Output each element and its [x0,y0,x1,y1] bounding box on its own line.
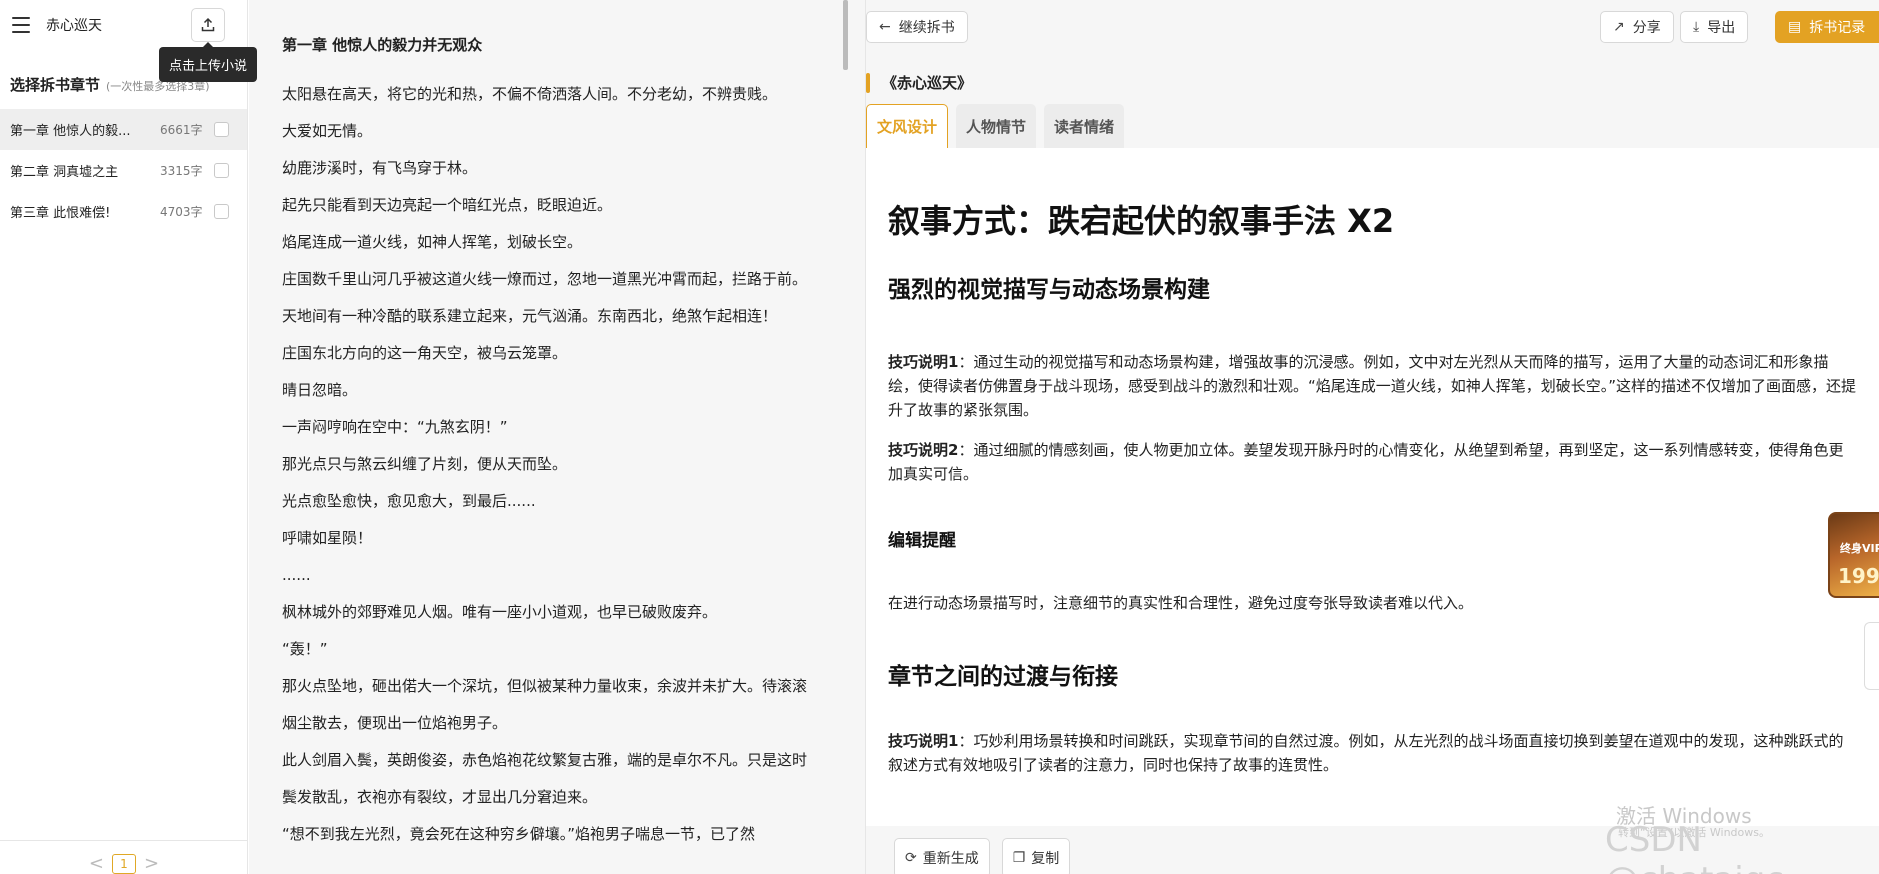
reader-paragraph: 大爱如无情。 [282,122,373,140]
accent-bar [866,72,870,93]
chapter-item[interactable]: 第三章 此恨难偿! 4703字 [0,191,247,232]
reader-paragraph: 幼鹿涉溪时，有飞鸟穿于林。 [282,159,478,177]
reader-paragraph: 此人剑眉入鬓，英朗俊姿，赤色焰袍花纹繁复古雅，端的是卓尔不凡。只是这时鬓发散乱，… [282,751,808,806]
book-name: 赤心巡天 [46,18,102,34]
vip-promo-badge[interactable]: 终身VIP 199元 [1828,512,1879,598]
current-page[interactable]: 1 [112,854,136,874]
chapter-name: 第二章 洞真墟之主 [10,165,119,180]
heading-text: 选择拆书章节 [10,76,101,94]
menu-icon[interactable] [10,14,32,36]
next-page-button[interactable]: > [144,854,159,874]
share-label: 分享 [1632,20,1661,36]
share-button[interactable]: ↗ 分享 [1600,11,1674,43]
share-icon: ↗ [1613,19,1625,35]
tip-text: ：通过细腻的情感刻画，使人物更加立体。姜望发现开脉丹时的心情变化，从绝望到希望，… [888,441,1844,483]
regenerate-label: 重新生成 [922,851,979,867]
book-title: 《赤心巡天》 [866,72,972,93]
chapter-sidebar: 赤心巡天 点击上传小说 选择拆书章节 (一次性最多选择3章) 第一章 他惊人的毅… [0,0,258,874]
chapter-checkbox[interactable] [214,122,229,137]
reader-text: 太阳悬在高天，将它的光和热，不偏不倚洒落人间。不分老幼，不辨贵贱。 大爱如无情。幼… [282,76,846,853]
reader-paragraph: 枫林城外的郊野难见人烟。唯有一座小小道观，也早已破败废弃。 [282,603,718,621]
reader-paragraph: 起先只能看到天边亮起一个暗红光点，眨眼迫近。 [282,196,613,214]
editor-note-text: 在进行动态场景描写时，注意细节的真实性和合理性，避免过度夸张导致读者难以代入。 [888,594,1474,612]
reader-paragraph: 焰尾连成一道火线，如神人挥笔，划破长空。 [282,233,583,251]
record-label: 拆书记录 [1809,20,1866,36]
upload-button[interactable] [191,8,225,42]
export-label: 导出 [1707,20,1736,36]
result-actions: ⟳ 重新生成 ❐ 复制 [894,838,1071,874]
tip-paragraph: 技巧说明2：通过细腻的情感刻画，使人物更加立体。姜望发现开脉丹时的心情变化，从绝… [888,438,1858,486]
tab-characters[interactable]: 人物情节 [956,104,1037,148]
app-window: 赤心巡天 点击上传小说 选择拆书章节 (一次性最多选择3章) 第一章 他惊人的毅… [0,0,1879,874]
upload-tooltip: 点击上传小说 [159,42,258,82]
reader-paragraph: 光点愈坠愈快，愈见愈大，到最后...... [282,492,536,510]
tip-label: 技巧说明2 [888,441,959,459]
csdn-watermark: CSDN @chataigc [1605,820,1784,874]
reader-paragraph: 呼啸如星陨！ [282,529,373,547]
refresh-icon: ⟳ [905,850,917,866]
chapter-name: 第一章 他惊人的毅... [10,124,131,139]
vip-line1: 终身VIP [1840,542,1879,555]
tip-text: ：巧妙利用场景转换和时间跳跃，实现章节间的自然过渡。例如，从左光烈的战斗场面直接… [888,732,1844,774]
pane-divider[interactable] [846,0,866,874]
section-title: 章节之间的过渡与衔接 [888,664,1118,690]
reader-scrollbar[interactable] [843,0,848,70]
record-button[interactable]: ▤ 拆书记录 [1775,11,1879,43]
reader-paragraph: 晴日忽暗。 [282,381,358,399]
chapter-list: 第一章 他惊人的毅... 6661字 第二章 洞真墟之主 3315字 第三章 此… [0,109,247,232]
tip-label: 技巧说明1 [888,732,959,750]
document-icon: ▤ [1788,19,1802,35]
analysis-content: 叙事方式：跌宕起伏的叙事手法 X2 强烈的视觉描写与动态场景构建 技巧说明1：通… [866,148,1879,826]
tab-emotion[interactable]: 读者情绪 [1044,104,1125,148]
editor-note-title: 编辑提醒 [888,531,956,551]
chapter-name: 第三章 此恨难偿! [10,206,111,221]
export-button[interactable]: ⤓ 导出 [1680,11,1749,43]
arrow-left-icon: ← [879,19,891,35]
chapter-word-count: 3315字 [160,164,203,178]
chapter-word-count: 6661字 [160,123,203,137]
reader-paragraph: “想不到我左光烈，竟会死在这种穷乡僻壤。”焰袍男子喘息一节，已了然 [282,825,756,843]
chapter-item[interactable]: 第二章 洞真墟之主 3315字 [0,150,247,191]
reader-paragraph: 那光点只与煞云纠缠了片刻，便从天而坠。 [282,455,568,473]
tip-text: ：通过生动的视觉描写和动态场景构建，增强故事的沉浸感。例如，文中对左光烈从天而降… [888,353,1857,419]
reader-paragraph: ...... [282,566,311,584]
vip-line2: 199元 [1838,564,1879,588]
copy-label: 复制 [1031,851,1060,867]
analysis-title: 叙事方式：跌宕起伏的叙事手法 X2 [888,202,1395,240]
chapter-item[interactable]: 第一章 他惊人的毅... 6661字 [0,109,247,150]
reader-paragraph: 庄国数千里山河几乎被这道火线一燎而过，忽地一道黑光冲霄而起，拦路于前。 [282,270,808,288]
reader-paragraph: “轰！” [282,640,328,658]
section-title: 强烈的视觉描写与动态场景构建 [888,277,1210,303]
pagination: < 1 > [0,840,248,874]
analysis-tabs: 文风设计 人物情节 读者情绪 [866,104,1125,148]
continue-label: 继续拆书 [898,20,955,36]
book-title-text: 《赤心巡天》 [882,74,973,92]
tip-paragraph: 技巧说明1：巧妙利用场景转换和时间跳跃，实现章节间的自然过渡。例如，从左光烈的战… [888,729,1858,777]
regenerate-button[interactable]: ⟳ 重新生成 [894,838,990,874]
copy-icon: ❐ [1012,850,1026,866]
tab-style[interactable]: 文风设计 [866,104,949,148]
chapter-checkbox[interactable] [214,204,229,219]
chapter-reader: 第一章 他惊人的毅力并无观众 太阳悬在高天，将它的光和热，不偏不倚洒落人间。不分… [249,0,846,874]
reader-paragraph: 那火点坠地，砸出偌大一个深坑，但似被某种力量收束，余波并未扩大。待滚滚烟尘散去，… [282,677,808,732]
tip-label: 技巧说明1 [888,353,959,371]
reader-paragraph: 太阳悬在高天，将它的光和热，不偏不倚洒落人间。不分老幼，不辨贵贱。 [282,85,778,103]
chapter-checkbox[interactable] [214,163,229,178]
continue-button[interactable]: ← 继续拆书 [866,11,968,43]
analysis-panel: ← 继续拆书 ↗ 分享 ⤓ 导出 ▤ 拆书记录 《赤心巡天》 文风设计 人物情节… [866,0,1879,874]
copy-button[interactable]: ❐ 复制 [1001,838,1071,874]
reader-paragraph: 一声闷哼响在空中：“九煞玄阴！” [282,418,508,436]
prev-page-button[interactable]: < [89,854,104,874]
tip-paragraph: 技巧说明1：通过生动的视觉描写和动态场景构建，增强故事的沉浸感。例如，文中对左光… [888,350,1858,422]
upload-icon [201,17,215,32]
reader-paragraph: 庄国东北方向的这一角天空，被乌云笼罩。 [282,344,568,362]
download-icon: ⤓ [1693,19,1700,35]
side-float-tab[interactable] [1864,622,1879,690]
reader-paragraph: 天地间有一种冷酷的联系建立起来，元气汹涌。东南西北，绝煞乍起相连！ [282,307,778,325]
reader-chapter-title: 第一章 他惊人的毅力并无观众 [282,36,483,54]
chapter-word-count: 4703字 [160,205,203,219]
